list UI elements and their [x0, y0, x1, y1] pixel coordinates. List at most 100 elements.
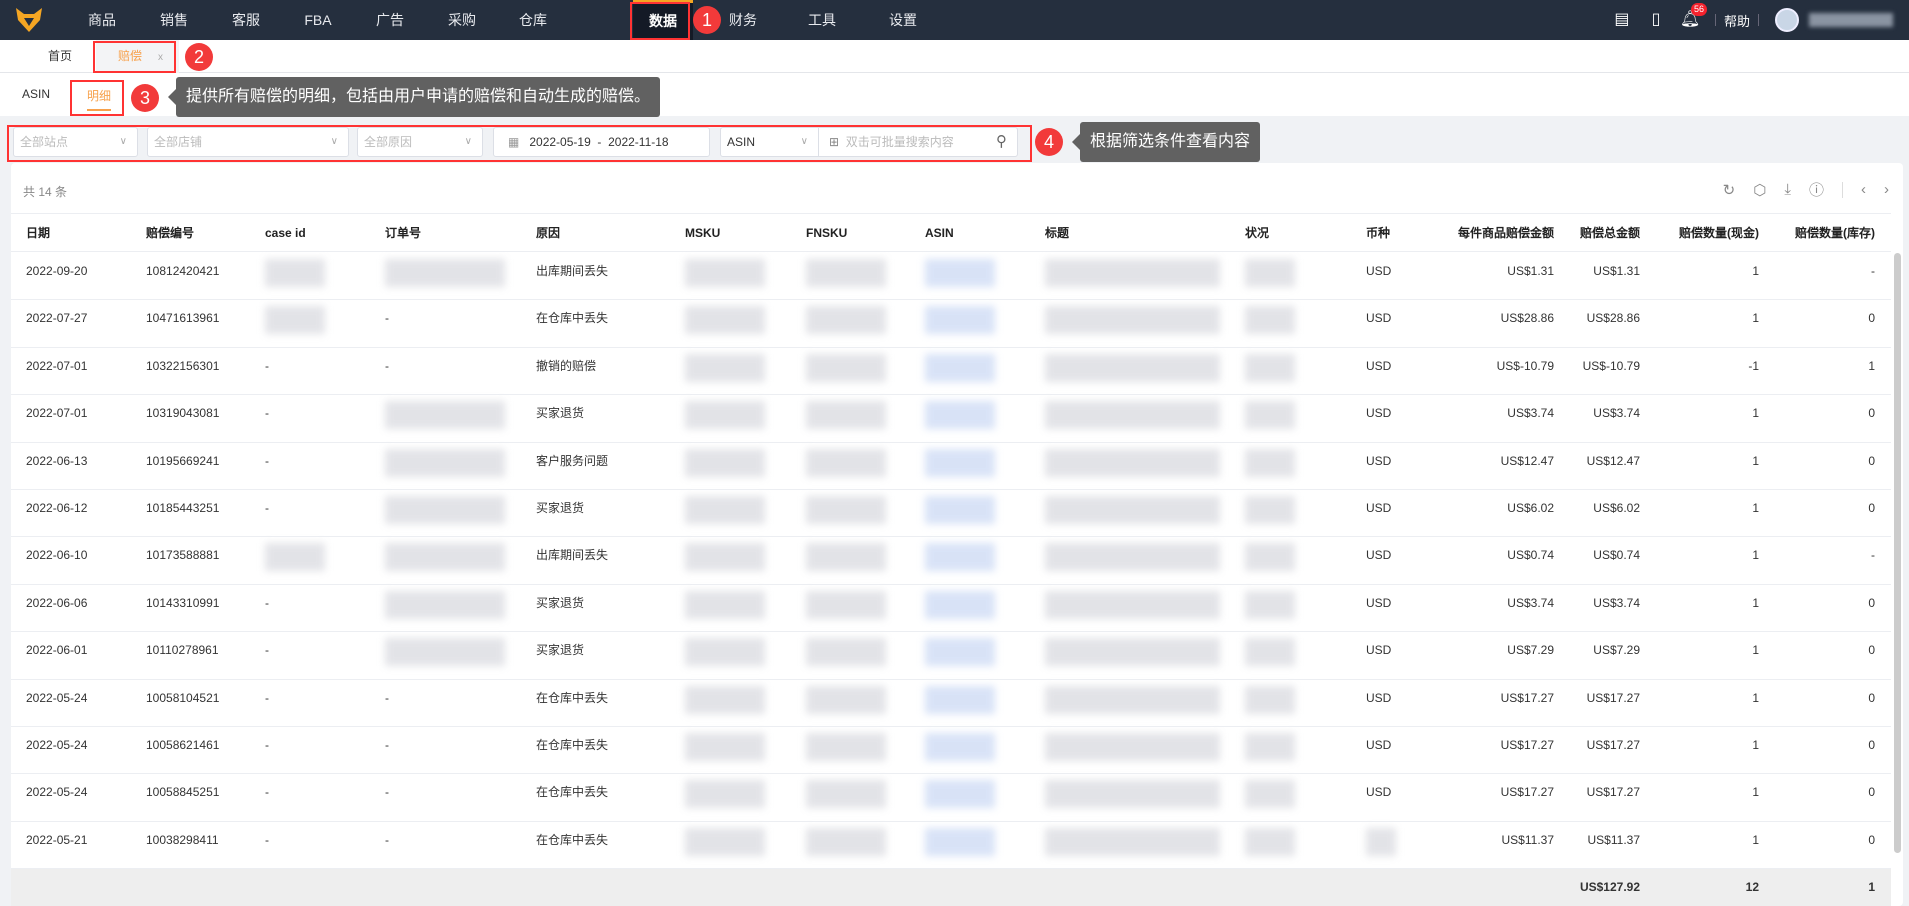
- column-header-14[interactable]: 赔偿数量(库存): [1795, 214, 1875, 252]
- table-row[interactable]: 2022-06-10 10173588881 出库期间丢失 USD US$0.74 US$…: [11, 537, 1891, 585]
- tab-home[interactable]: 首页: [48, 40, 72, 73]
- cell-14: 0: [1868, 311, 1875, 326]
- cell-0: 2022-05-24: [26, 785, 88, 800]
- search-placeholder: 双击可批量搜索内容: [845, 135, 954, 149]
- redacted-cell: [806, 401, 886, 430]
- redacted-cell: [1245, 733, 1295, 761]
- search-field-select[interactable]: ASIN ∨: [720, 127, 819, 157]
- nav-item-3[interactable]: FBA: [304, 0, 331, 40]
- date-range-picker[interactable]: ▦ 2022-05-19 - 2022-11-18: [493, 127, 710, 157]
- redacted-cell: [1045, 685, 1220, 714]
- table-row[interactable]: 2022-06-13 10195669241 - 客户服务问题 USD US$12.47 U…: [11, 443, 1891, 490]
- shop-select[interactable]: 全部店铺 ∨: [147, 127, 349, 157]
- cell-1: 10143310991: [146, 595, 220, 610]
- table-row[interactable]: 2022-06-12 10185443251 - 买家退货 USD US$6.02 US$6…: [11, 490, 1891, 538]
- redacted-cell: [385, 590, 505, 619]
- cell-3: -: [385, 311, 389, 326]
- help-link[interactable]: 帮助: [1724, 11, 1750, 30]
- table-row[interactable]: 2022-05-21 10038298411 - - 在仓库中丢失 US$11.37 US$…: [11, 822, 1891, 870]
- annotation-number-2: 2: [185, 43, 213, 71]
- column-header-11[interactable]: 每件商品赔偿金额: [1458, 214, 1554, 252]
- redacted-cell: [806, 827, 886, 856]
- close-icon[interactable]: x: [158, 52, 163, 63]
- prev-page-icon[interactable]: ‹: [1861, 181, 1866, 198]
- nav-item-9[interactable]: 工具: [808, 0, 836, 40]
- redacted-cell: [685, 638, 765, 667]
- nav-item-5[interactable]: 采购: [448, 0, 476, 40]
- subtab-detail[interactable]: 明细: [87, 87, 112, 111]
- document-add-icon[interactable]: ▤: [1611, 9, 1633, 31]
- vertical-scrollbar[interactable]: [1894, 253, 1901, 853]
- notification-badge: 56: [1690, 3, 1707, 16]
- cell-12: US$28.86: [1586, 311, 1640, 326]
- table-row[interactable]: 2022-07-01 10319043081 - 买家退货 USD US$3.74 US$3…: [11, 395, 1891, 443]
- table-row[interactable]: 2022-05-24 10058621461 - - 在仓库中丢失 USD US$17.27…: [11, 727, 1891, 775]
- site-select[interactable]: 全部站点 ∨: [13, 127, 138, 157]
- nav-item-10[interactable]: 设置: [889, 0, 917, 40]
- nav-item-8[interactable]: 财务: [729, 0, 757, 40]
- chevron-down-icon: ∨: [119, 136, 127, 147]
- column-header-3[interactable]: 订单号: [385, 214, 421, 252]
- nav-item-6[interactable]: 仓库: [519, 0, 547, 40]
- table-row[interactable]: 2022-09-20 10812420421 出库期间丢失 USD US$1.31 US$…: [11, 253, 1891, 301]
- redacted-cell: [385, 448, 505, 477]
- nav-item-4[interactable]: 广告: [376, 0, 404, 40]
- search-input[interactable]: ⊞ 双击可批量搜索内容 ⚲: [818, 127, 1018, 157]
- cell-10: USD: [1366, 785, 1392, 800]
- download-icon[interactable]: ⤓: [1784, 181, 1791, 198]
- nav-item-1[interactable]: 销售: [160, 0, 188, 40]
- table-footer-totals: US$127.92 12 1: [11, 869, 1891, 906]
- subtab-asin[interactable]: ASIN: [22, 87, 50, 101]
- column-header-7[interactable]: ASIN: [925, 214, 954, 252]
- column-header-9[interactable]: 状况: [1245, 214, 1269, 252]
- table-row[interactable]: 2022-06-06 10143310991 - 买家退货 USD US$3.74 US$3…: [11, 585, 1891, 633]
- column-header-5[interactable]: MSKU: [685, 214, 720, 252]
- nav-item-2[interactable]: 客服: [232, 0, 260, 40]
- column-header-0[interactable]: 日期: [26, 214, 50, 252]
- tab-compensation[interactable]: 赔偿 x: [96, 40, 180, 73]
- nav-item-7[interactable]: 数据: [633, 0, 693, 40]
- column-header-13[interactable]: 赔偿数量(现金): [1679, 214, 1759, 252]
- column-header-1[interactable]: 赔偿编号: [146, 214, 194, 252]
- redacted-cell: [925, 685, 995, 714]
- cell-2: -: [265, 690, 269, 705]
- table-row[interactable]: 2022-07-01 10322156301 - - 撤销的赔偿 USD US$-10.79…: [11, 348, 1891, 396]
- table-row[interactable]: 2022-07-27 10471613961 - 在仓库中丢失 USD US$28.86 U…: [11, 300, 1891, 348]
- table-header: 日期 赔偿编号 case id 订单号 原因 MSKU FNSKU ASIN 标题 状况 币种 每件商…: [11, 213, 1891, 252]
- column-header-2[interactable]: case id: [265, 214, 306, 252]
- table-row[interactable]: 2022-05-24 10058845251 - - 在仓库中丢失 USD US$17.27…: [11, 774, 1891, 822]
- cell-14: -: [1871, 264, 1875, 278]
- redacted-cell: [385, 543, 505, 572]
- username-blurred[interactable]: [1809, 13, 1893, 27]
- table-row[interactable]: 2022-05-24 10058104521 - - 在仓库中丢失 USD US$17.27…: [11, 680, 1891, 727]
- redacted-cell: [806, 259, 886, 287]
- cell-0: 2022-06-06: [26, 595, 88, 610]
- refresh-icon[interactable]: ↻: [1723, 181, 1736, 199]
- cell-13: 1: [1752, 406, 1759, 421]
- column-header-10[interactable]: 币种: [1366, 214, 1390, 252]
- redacted-cell: [806, 685, 886, 714]
- cell-11: US$17.27: [1500, 785, 1554, 800]
- next-page-icon[interactable]: ›: [1884, 181, 1889, 198]
- settings-icon[interactable]: ⬡: [1753, 181, 1766, 199]
- help-icon[interactable]: ⓘ: [1809, 179, 1824, 200]
- column-header-4[interactable]: 原因: [536, 214, 560, 252]
- nav-item-0[interactable]: 商品: [88, 0, 116, 40]
- search-icon[interactable]: ⚲: [996, 128, 1007, 156]
- mobile-icon[interactable]: ▯: [1645, 9, 1667, 31]
- redacted-cell: [925, 733, 995, 761]
- date-start: 2022-05-19: [529, 135, 591, 149]
- column-header-6[interactable]: FNSKU: [806, 214, 847, 252]
- cell-11: US$17.27: [1500, 738, 1554, 752]
- grid-icon[interactable]: ⊞: [829, 135, 839, 149]
- bell-icon[interactable]: 🔔︎ 56: [1679, 3, 1707, 31]
- reason-select[interactable]: 全部原因 ∨: [357, 127, 483, 157]
- column-header-8[interactable]: 标题: [1045, 214, 1069, 252]
- avatar[interactable]: [1775, 8, 1799, 32]
- redacted-cell: [1045, 306, 1220, 335]
- column-header-12[interactable]: 赔偿总金额: [1580, 214, 1640, 252]
- cell-0: 2022-05-24: [26, 690, 88, 705]
- redacted-cell: [925, 590, 995, 619]
- cell-1: 10322156301: [146, 358, 220, 373]
- table-row[interactable]: 2022-06-01 10110278961 - 买家退货 USD US$7.29 US$7…: [11, 632, 1891, 680]
